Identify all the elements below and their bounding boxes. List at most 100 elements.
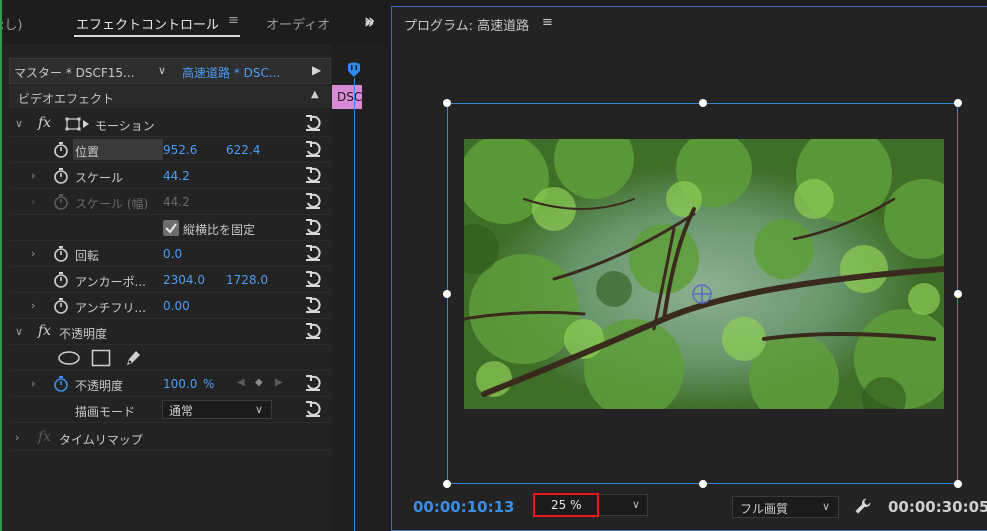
- anchor-y-value[interactable]: 1728.0: [226, 273, 268, 287]
- video-effects-label: ビデオエフェクト: [18, 92, 115, 106]
- tab-audio[interactable]: オーディオ: [266, 14, 330, 33]
- blend-mode-dropdown[interactable]: 通常 ∨: [162, 400, 272, 419]
- position-x-value[interactable]: 952.6: [163, 143, 197, 157]
- reset-icon[interactable]: [303, 243, 323, 263]
- transform-handle-bottom-right[interactable]: [954, 480, 962, 488]
- uniform-scale-checkbox[interactable]: [163, 220, 179, 236]
- master-clip-label[interactable]: マスター * DSCF15...: [14, 64, 134, 81]
- chevron-down-icon[interactable]: ∨: [15, 117, 23, 130]
- anchor-point-label: アンカーポ...: [75, 275, 146, 289]
- chevron-right-icon[interactable]: ›: [31, 247, 35, 260]
- chevron-right-icon[interactable]: ›: [31, 377, 35, 390]
- left-tab-bar: :し) エフェクトコントロール ≡ オーディオ »: [0, 0, 388, 44]
- stopwatch-icon[interactable]: [53, 297, 69, 314]
- reset-icon[interactable]: [303, 191, 323, 211]
- stopwatch-icon[interactable]: [53, 141, 69, 158]
- scale-value[interactable]: 44.2: [163, 169, 190, 183]
- chevron-down-icon[interactable]: ∨: [158, 64, 166, 77]
- anti-flicker-label: アンチフリ...: [75, 301, 146, 315]
- fx-toggle-icon[interactable]: fx: [38, 115, 51, 131]
- tab-previous[interactable]: :し): [0, 14, 22, 33]
- property-row-position: 位置 952.6 622.4: [9, 137, 331, 163]
- mask-tools-row: [9, 345, 331, 371]
- collapse-up-icon[interactable]: ▲: [311, 89, 319, 100]
- stopwatch-active-icon[interactable]: [53, 375, 69, 392]
- blend-mode-label: 描画モード: [75, 405, 136, 419]
- anchor-x-value[interactable]: 2304.0: [163, 273, 205, 287]
- prev-keyframe-icon[interactable]: ◀: [237, 377, 245, 388]
- sequence-clip-label[interactable]: 高速道路 * DSC...: [182, 64, 280, 81]
- chevron-down-icon: ∨: [632, 498, 641, 511]
- chevron-right-icon[interactable]: ›: [31, 169, 35, 182]
- effect-controls-panel: :し) エフェクトコントロール ≡ オーディオ » マスター * DSCF15.…: [0, 0, 388, 531]
- reset-icon[interactable]: [303, 321, 323, 341]
- scale-width-label: スケール (幅): [75, 197, 149, 211]
- property-row-rotation: › 回転 0.0: [9, 241, 331, 267]
- transform-handle-top-right[interactable]: [954, 99, 962, 107]
- rotation-value[interactable]: 0.0: [163, 247, 182, 261]
- program-monitor-title: プログラム: 高速道路: [404, 19, 530, 34]
- property-row-opacity: › 不透明度 100.0 % ◀ ◆ ▶: [9, 371, 331, 397]
- next-keyframe-icon[interactable]: ▶: [275, 377, 283, 388]
- stopwatch-icon[interactable]: [53, 271, 69, 288]
- playhead-icon[interactable]: [346, 62, 362, 78]
- fx-toggle-icon[interactable]: fx: [38, 323, 51, 339]
- ellipse-mask-icon[interactable]: [57, 350, 81, 366]
- expand-panels-icon[interactable]: »: [364, 13, 374, 32]
- reset-icon[interactable]: [303, 295, 323, 315]
- transform-handle-top[interactable]: [699, 99, 707, 107]
- effect-row-motion: ∨ fx モーション: [9, 111, 331, 137]
- stopwatch-icon[interactable]: [53, 245, 69, 262]
- panel-menu-icon[interactable]: ≡: [228, 13, 239, 28]
- stopwatch-icon[interactable]: [53, 167, 69, 184]
- reset-icon[interactable]: [303, 269, 323, 289]
- duration-timecode: 00:00:30:05: [888, 498, 987, 516]
- opacity-label: 不透明度: [75, 379, 124, 393]
- blend-mode-value: 通常: [169, 404, 194, 418]
- anti-flicker-value[interactable]: 0.00: [163, 299, 190, 313]
- reset-icon[interactable]: [303, 165, 323, 185]
- add-keyframe-icon[interactable]: ◆: [255, 377, 263, 388]
- position-label: 位置: [75, 145, 100, 159]
- transform-handle-right[interactable]: [954, 290, 962, 298]
- reset-icon[interactable]: [303, 113, 323, 133]
- property-row-anti-flicker: › アンチフリ... 0.00: [9, 293, 331, 319]
- panel-menu-icon[interactable]: ≡: [542, 15, 553, 30]
- opacity-value[interactable]: 100.0: [163, 377, 197, 391]
- playhead-line[interactable]: [354, 78, 355, 531]
- chevron-right-icon[interactable]: ›: [31, 299, 35, 312]
- time-remap-name: タイムリマップ: [59, 433, 143, 447]
- source-selector-row: マスター * DSCF15... ∨ 高速道路 * DSC... ▶: [9, 58, 331, 84]
- reset-icon[interactable]: [303, 399, 323, 419]
- checkmark-icon: [165, 223, 177, 234]
- rectangle-mask-icon[interactable]: [91, 349, 111, 367]
- play-icon[interactable]: ▶: [312, 63, 321, 77]
- chevron-right-icon[interactable]: ›: [15, 431, 19, 444]
- transform-handle-bottom-left[interactable]: [443, 480, 451, 488]
- current-timecode[interactable]: 00:00:10:13: [413, 498, 515, 516]
- reset-icon[interactable]: [303, 139, 323, 159]
- timeline-clip[interactable]: DSC: [332, 85, 362, 109]
- reset-icon[interactable]: [303, 217, 323, 237]
- transform-handles-icon[interactable]: [65, 117, 91, 131]
- transform-bounding-box[interactable]: [447, 103, 958, 484]
- wrench-settings-icon[interactable]: [854, 497, 872, 515]
- rotation-label: 回転: [75, 249, 100, 263]
- tab-effect-controls[interactable]: エフェクトコントロール: [76, 14, 219, 33]
- chevron-down-icon: ∨: [255, 403, 264, 416]
- playback-quality-value: フル画質: [740, 502, 789, 516]
- pen-mask-icon[interactable]: [123, 348, 143, 368]
- transform-handle-top-left[interactable]: [443, 99, 451, 107]
- property-row-scale: › スケール 44.2: [9, 163, 331, 189]
- transform-handle-bottom[interactable]: [699, 480, 707, 488]
- position-y-value[interactable]: 622.4: [226, 143, 260, 157]
- mini-timeline[interactable]: [332, 44, 388, 531]
- chevron-down-icon[interactable]: ∨: [15, 325, 23, 338]
- transform-handle-left[interactable]: [443, 290, 451, 298]
- property-row-scale-width: › スケール (幅) 44.2: [9, 189, 331, 215]
- chevron-down-icon: ∨: [822, 500, 831, 513]
- fx-toggle-icon: fx: [38, 429, 52, 445]
- effect-row-opacity: ∨ fx 不透明度: [9, 319, 331, 345]
- stopwatch-icon: [54, 194, 68, 210]
- reset-icon[interactable]: [303, 373, 323, 393]
